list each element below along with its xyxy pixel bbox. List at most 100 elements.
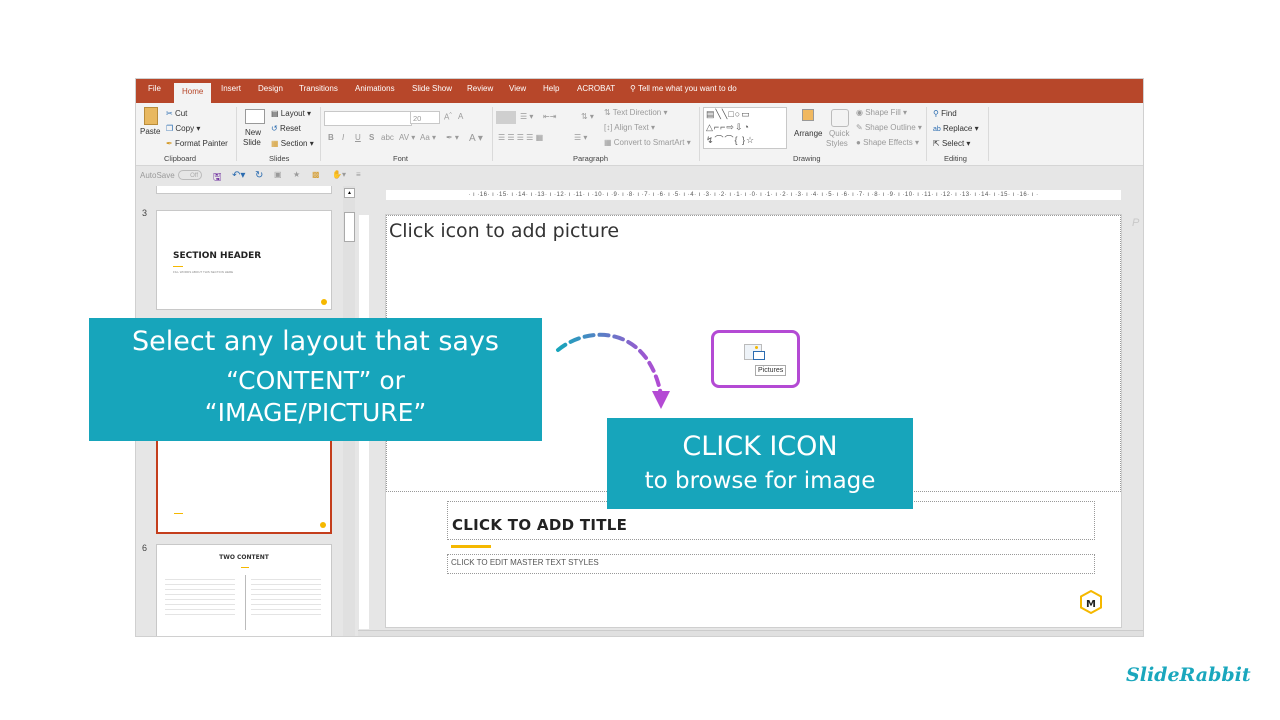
arrange-button[interactable]: Arrange	[794, 107, 824, 151]
columns-button[interactable]: ☰ ▾	[574, 133, 587, 142]
change-case-button[interactable]: Aa ▾	[420, 133, 436, 142]
callout-line-1: Select any layout that says	[132, 326, 499, 357]
copy-label: Copy	[175, 124, 195, 133]
copy-button[interactable]: ❐ Copy ▾	[166, 124, 200, 133]
quick-styles-button[interactable]: Quick Styles	[826, 107, 854, 151]
arrange-label: Arrange	[794, 129, 823, 138]
align-text-button[interactable]: [↕] Align Text ▾	[604, 123, 655, 132]
undo-icon[interactable]: ↶▾	[232, 170, 245, 181]
new-slide-button[interactable]: New Slide	[242, 107, 268, 151]
tab-file[interactable]: File	[148, 84, 161, 93]
slide-thumbnail-6[interactable]: TWO CONTENT	[156, 544, 332, 636]
customize-qat-icon[interactable]: ≡	[356, 170, 361, 179]
find-button[interactable]: ⚲ Find	[933, 109, 957, 118]
scroll-thumb[interactable]	[344, 212, 355, 242]
shadow-button[interactable]: S	[369, 133, 374, 142]
align-buttons[interactable]: ☰ ☰ ☰ ☰ ▦	[498, 133, 543, 142]
tab-transitions[interactable]: Transitions	[299, 84, 338, 93]
tab-help[interactable]: Help	[543, 84, 559, 93]
font-name-input[interactable]	[324, 111, 412, 126]
grow-font-button[interactable]: A^	[444, 112, 452, 122]
callout-line-3: “IMAGE/PICTURE”	[204, 398, 427, 427]
shape-outline-button[interactable]: ✎ Shape Outline ▾	[856, 123, 922, 132]
search-icon: ⚲	[630, 84, 636, 93]
autosave-toggle[interactable]: Off	[178, 170, 202, 180]
thumbnail-subtitle: FILL WORDS ABOUT THIS SECTION HERE	[173, 270, 234, 274]
reset-button[interactable]: ↺ Reset	[271, 124, 301, 133]
shape-effects-button[interactable]: ● Shape Effects ▾	[856, 138, 919, 147]
quick-styles-label-1: Quick	[829, 129, 850, 138]
char-spacing-button[interactable]: AV ▾	[399, 133, 415, 142]
tab-insert[interactable]: Insert	[221, 84, 241, 93]
presentation-icon[interactable]: ▣	[274, 170, 282, 179]
tab-design[interactable]: Design	[258, 84, 283, 93]
thumbnail-accent	[174, 513, 183, 514]
thumbnail-accent	[173, 266, 183, 267]
paste-button[interactable]: Paste	[140, 107, 162, 151]
reset-icon: ↺	[271, 124, 278, 133]
tab-animations[interactable]: Animations	[355, 84, 395, 93]
layout-icon: ▤	[271, 109, 279, 118]
save-icon[interactable]: 🖫	[213, 170, 222, 187]
slide-thumbnail-partial[interactable]	[156, 186, 332, 194]
font-size-input[interactable]: 20	[410, 111, 440, 124]
horizontal-ruler: · ı ·16· ı ·15· ı ·14· ı ·13· ı ·12· ı ·…	[386, 190, 1121, 200]
text-direction-button[interactable]: ⇅ Text Direction ▾	[604, 108, 668, 117]
callout-line-1: CLICK ICON	[682, 431, 838, 462]
layout-button[interactable]: ▤ Layout ▾	[271, 109, 311, 118]
shape-fill-button[interactable]: ◉ Shape Fill ▾	[856, 108, 907, 117]
pictures-icon-highlight	[711, 330, 800, 388]
quick-access-toolbar: AutoSave Off 🖫 ↶▾ ↻ ▣ ★ ▩ ✋▾ ≡	[136, 166, 1143, 186]
font-size-value: 20	[413, 114, 422, 123]
paste-label: Paste	[140, 127, 161, 136]
shapes-row-2: △⌐⌐⇨⇩◔	[706, 122, 750, 132]
slides-group-label: Slides	[269, 154, 290, 163]
tab-view[interactable]: View	[509, 84, 526, 93]
italic-button[interactable]: I	[342, 133, 344, 142]
group-separator	[988, 107, 989, 161]
shapes-gallery[interactable]: ▤╲╲□○▭ △⌐⌐⇨⇩◔ ↯⌒⌒{ }☆	[703, 107, 787, 149]
replace-icon: ab	[933, 126, 941, 133]
strikethrough-button[interactable]: abc	[381, 133, 394, 142]
tab-slide-show[interactable]: Slide Show	[412, 84, 452, 93]
title-placeholder-text: CLICK TO ADD TITLE	[452, 516, 628, 534]
scissors-icon: ✂	[166, 109, 173, 118]
horizontal-scrollbar[interactable]	[358, 630, 1143, 636]
body-placeholder[interactable]: CLICK TO EDIT MASTER TEXT STYLES	[447, 554, 1095, 574]
replace-button[interactable]: ab Replace ▾	[933, 124, 979, 133]
tell-me-search[interactable]: ⚲ Tell me what you want to do	[630, 84, 737, 93]
convert-smartart-button[interactable]: ▦ Convert to SmartArt ▾	[604, 138, 691, 147]
font-color-button[interactable]: A ▾	[469, 133, 483, 144]
tell-me-label: Tell me what you want to do	[637, 84, 737, 93]
quick-styles-icon	[831, 109, 849, 127]
tab-home[interactable]: Home	[174, 83, 212, 103]
scroll-up-arrow[interactable]: ▲	[344, 188, 355, 198]
star-icon[interactable]: ★	[293, 170, 300, 179]
notes-pane-edge: P	[1132, 217, 1140, 229]
tab-acrobat[interactable]: ACROBAT	[577, 84, 615, 93]
brand-logo-icon: M	[1080, 589, 1102, 615]
text-direction-label: Text Direction	[612, 108, 662, 117]
new-slide-icon	[245, 109, 265, 124]
numbering-button[interactable]: ☰ ▾	[520, 112, 533, 121]
shapes-row-1: ▤╲╲□○▭	[706, 109, 751, 119]
select-button[interactable]: ⇱ Select ▾	[933, 139, 970, 148]
touch-mode-icon[interactable]: ✋▾	[332, 170, 346, 179]
highlight-button[interactable]: ✒ ▾	[446, 133, 459, 142]
tab-review[interactable]: Review	[467, 84, 493, 93]
cursor-icon: ⇱	[933, 139, 940, 148]
shrink-font-button[interactable]: A	[458, 112, 463, 121]
section-button[interactable]: ▦ Section ▾	[271, 139, 314, 148]
bullets-button[interactable]	[496, 111, 516, 124]
underline-button[interactable]: U	[355, 133, 361, 142]
section-label: Section	[280, 139, 308, 148]
cut-button[interactable]: ✂ Cut	[166, 109, 187, 118]
indent-buttons[interactable]: ⇤⇥	[543, 112, 556, 121]
redo-icon[interactable]: ↻	[255, 170, 263, 181]
shape-outline-label: Shape Outline	[864, 123, 916, 132]
slide-thumbnail-3[interactable]: SECTION HEADER FILL WORDS ABOUT THIS SEC…	[156, 210, 332, 310]
group-icon[interactable]: ▩	[312, 170, 320, 179]
format-painter-button[interactable]: ✒ Format Painter	[166, 139, 228, 148]
bold-button[interactable]: B	[328, 133, 334, 142]
line-spacing-button[interactable]: ⇅ ▾	[581, 112, 594, 121]
